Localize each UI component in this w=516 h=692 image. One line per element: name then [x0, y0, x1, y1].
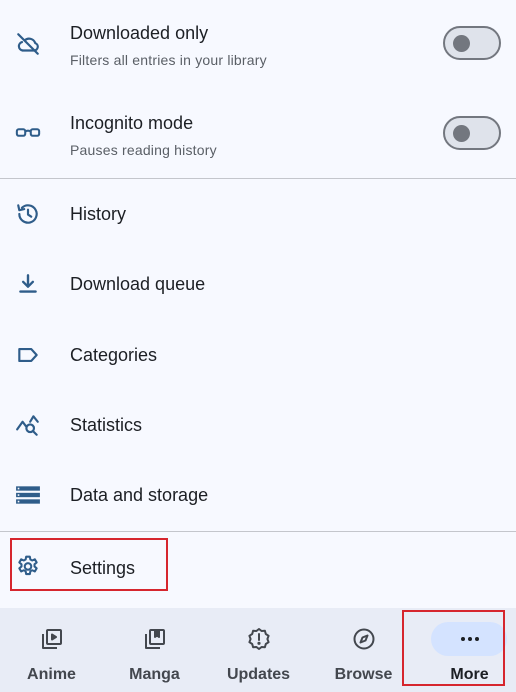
menu-item-history[interactable]: History	[0, 183, 516, 245]
compass-icon	[351, 626, 377, 652]
incognito-mode-row[interactable]: Incognito mode Pauses reading history	[0, 102, 516, 166]
toggle-knob	[453, 35, 470, 52]
nav-label-updates: Updates	[226, 666, 291, 683]
menu-item-statistics[interactable]: Statistics	[0, 394, 516, 456]
nav-item-manga[interactable]: Manga	[103, 608, 206, 692]
incognito-mode-subtitle: Pauses reading history	[70, 142, 217, 158]
divider	[0, 531, 516, 532]
downloaded-only-row[interactable]: Downloaded only Filters all entries in y…	[0, 12, 516, 76]
book-library-icon	[142, 626, 168, 652]
statistics-label: Statistics	[70, 415, 143, 435]
cloud-off-icon	[14, 30, 42, 58]
label-icon	[14, 341, 42, 369]
downloaded-only-title: Downloaded only	[70, 23, 209, 43]
storage-icon	[14, 481, 42, 509]
download-queue-label: Download queue	[70, 274, 206, 294]
toggle-knob	[453, 125, 470, 142]
download-icon	[14, 270, 42, 298]
query-stats-icon	[14, 411, 42, 439]
more-highlight-box	[402, 610, 505, 686]
history-label: History	[70, 204, 127, 224]
nav-label-manga: Manga	[129, 666, 180, 683]
downloaded-only-toggle[interactable]	[443, 26, 501, 60]
categories-label: Categories	[70, 345, 158, 365]
divider	[0, 178, 516, 179]
video-library-icon	[39, 626, 65, 652]
new-releases-icon	[246, 626, 272, 652]
incognito-mode-title: Incognito mode	[70, 113, 194, 133]
menu-item-download-queue[interactable]: Download queue	[0, 253, 516, 315]
history-icon	[14, 200, 42, 228]
incognito-mode-toggle[interactable]	[443, 116, 501, 150]
nav-label-anime: Anime	[27, 666, 76, 683]
menu-item-categories[interactable]: Categories	[0, 324, 516, 386]
nav-item-anime[interactable]: Anime	[0, 608, 103, 692]
downloaded-only-subtitle: Filters all entries in your library	[70, 52, 267, 68]
nav-item-updates[interactable]: Updates	[207, 608, 310, 692]
data-storage-label: Data and storage	[70, 485, 209, 505]
settings-highlight-box	[10, 538, 168, 591]
menu-item-data-storage[interactable]: Data and storage	[0, 464, 516, 526]
nav-label-browse: Browse	[334, 666, 393, 683]
glasses-icon	[14, 119, 42, 147]
nav-item-browse[interactable]: Browse	[312, 608, 415, 692]
